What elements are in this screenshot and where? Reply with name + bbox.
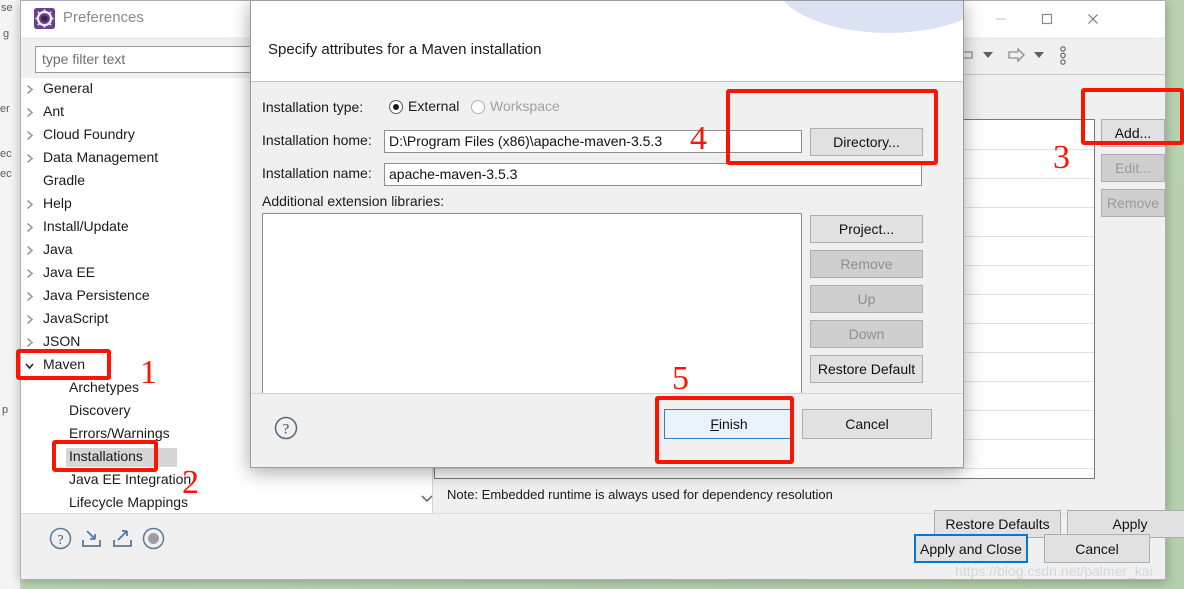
- annotation-number-3: 3: [1053, 139, 1070, 176]
- help-icon[interactable]: ?: [273, 415, 299, 441]
- annotation-number-2: 2: [182, 464, 199, 501]
- installation-home-value: D:\Program Files (x86)\apache-maven-3.5.…: [389, 133, 663, 149]
- annotation-number-1: 1: [140, 354, 157, 391]
- annotation-box-4: [726, 89, 938, 165]
- chevron-right-icon[interactable]: [24, 222, 35, 233]
- sidebar-item-label: Help: [43, 195, 72, 211]
- back-dropdown-icon[interactable]: [982, 50, 994, 60]
- record-icon[interactable]: [141, 526, 166, 551]
- sidebar-item-label: Java EE: [43, 264, 96, 280]
- annotation-box-2: [52, 440, 158, 472]
- export-preferences-icon[interactable]: [110, 526, 135, 551]
- sidebar-item-label: Cloud Foundry: [43, 126, 135, 142]
- apply-and-close-button[interactable]: Apply and Close: [914, 534, 1028, 563]
- background-ide-left-strip: se g er ec ec p: [0, 0, 21, 589]
- installation-name-label: Installation name:: [262, 165, 372, 181]
- import-preferences-icon[interactable]: [79, 526, 104, 551]
- extension-down-button: Down: [810, 320, 923, 348]
- extension-libraries-label: Additional extension libraries:: [262, 193, 445, 209]
- watermark-text: https://blog.csdn.net/palmer_kai: [955, 563, 1153, 579]
- sidebar-item-label: Ant: [43, 103, 65, 119]
- sidebar-item-java-ee-integration[interactable]: Java EE Integration: [21, 469, 432, 492]
- annotation-box-1: [16, 349, 111, 380]
- installation-name-input[interactable]: apache-maven-3.5.3: [384, 163, 922, 186]
- sidebar-item-label: Java EE Integration: [69, 471, 192, 487]
- minimize-icon: [996, 18, 1006, 20]
- chevron-right-icon[interactable]: [24, 245, 35, 256]
- table-row[interactable]: [435, 468, 1094, 469]
- bg-fragment: er: [0, 103, 10, 115]
- forward-arrow-icon[interactable]: [1006, 47, 1026, 63]
- extension-libraries-list[interactable]: [262, 213, 802, 408]
- maven-installation-dialog: Specify attributes for a Maven installat…: [250, 0, 964, 468]
- restore-default-button[interactable]: Restore Default: [810, 355, 923, 383]
- sidebar-item-label: Errors/Warnings: [69, 425, 170, 441]
- radio-external[interactable]: [389, 100, 403, 114]
- sidebar-item-label: JavaScript: [43, 310, 109, 326]
- sidebar-item-label: Java: [43, 241, 73, 257]
- radio-workspace: [471, 100, 485, 114]
- chevron-right-icon[interactable]: [24, 291, 35, 302]
- chevron-right-icon[interactable]: [24, 130, 35, 141]
- dialog-header-title: Specify attributes for a Maven installat…: [268, 41, 542, 58]
- edit-button: Edit...: [1101, 154, 1165, 182]
- maximize-icon: [1041, 13, 1053, 25]
- dialog-footer: ? Finish Cancel: [251, 393, 963, 467]
- radio-external-label: External: [408, 98, 460, 114]
- extension-up-button: Up: [810, 285, 923, 313]
- annotation-number-5: 5: [672, 360, 689, 397]
- sidebar-item-label: General: [43, 80, 93, 96]
- chevron-right-icon[interactable]: [24, 337, 35, 348]
- dialog-header: Specify attributes for a Maven installat…: [251, 1, 963, 82]
- eclipse-preferences-icon: [34, 8, 55, 29]
- maximize-button[interactable]: [1024, 1, 1070, 37]
- close-button[interactable]: [1070, 1, 1116, 37]
- search-input-placeholder: type filter text: [42, 51, 126, 67]
- chevron-right-icon[interactable]: [24, 268, 35, 279]
- chevron-right-icon[interactable]: [24, 84, 35, 95]
- sidebar-item-lifecycle-mappings[interactable]: Lifecycle Mappings: [21, 492, 432, 513]
- svg-text:?: ?: [57, 533, 63, 548]
- installation-home-label: Installation home:: [262, 132, 372, 148]
- forward-dropdown-icon[interactable]: [1033, 50, 1045, 60]
- minimize-button[interactable]: [978, 1, 1024, 37]
- bg-fragment: g: [3, 28, 10, 40]
- preferences-cancel-button[interactable]: Cancel: [1044, 534, 1150, 563]
- svg-text:?: ?: [283, 422, 290, 438]
- sidebar-item-label: Archetypes: [69, 379, 140, 395]
- close-icon: [1088, 14, 1098, 24]
- dialog-banner-graphic: [773, 1, 963, 33]
- extension-remove-button: Remove: [810, 250, 923, 278]
- view-menu-icon[interactable]: [1059, 46, 1067, 65]
- sidebar-item-label: Data Management: [43, 149, 159, 165]
- help-icon[interactable]: ?: [48, 526, 73, 551]
- sidebar-item-label: Gradle: [43, 172, 86, 188]
- bg-fragment: ec: [0, 168, 12, 180]
- radio-workspace-label: Workspace: [490, 98, 560, 114]
- annotation-box-3: [1081, 88, 1184, 145]
- chevron-right-icon[interactable]: [24, 107, 35, 118]
- annotation-number-4: 4: [690, 120, 707, 157]
- dialog-cancel-button[interactable]: Cancel: [802, 409, 932, 439]
- annotation-box-5: [655, 396, 794, 464]
- bg-fragment: se: [1, 2, 13, 14]
- chevron-right-icon[interactable]: [24, 153, 35, 164]
- chevron-right-icon[interactable]: [24, 314, 35, 325]
- sidebar-item-label: Discovery: [69, 402, 131, 418]
- project-button[interactable]: Project...: [810, 215, 923, 243]
- installation-name-value: apache-maven-3.5.3: [389, 166, 518, 182]
- chevron-right-icon[interactable]: [24, 199, 35, 210]
- bg-fragment: ec: [0, 148, 12, 160]
- note-label: Note: Embedded runtime is always used fo…: [447, 487, 833, 502]
- sidebar-item-label: Lifecycle Mappings: [69, 494, 189, 510]
- sidebar-item-label: Java Persistence: [43, 287, 150, 303]
- bg-fragment: p: [2, 404, 9, 416]
- sidebar-item-label: Install/Update: [43, 218, 129, 234]
- sidebar-item-label: JSON: [43, 333, 81, 349]
- preferences-title-label: Preferences: [63, 9, 144, 26]
- remove-button: Remove: [1101, 189, 1165, 217]
- installation-type-label: Installation type:: [262, 99, 364, 115]
